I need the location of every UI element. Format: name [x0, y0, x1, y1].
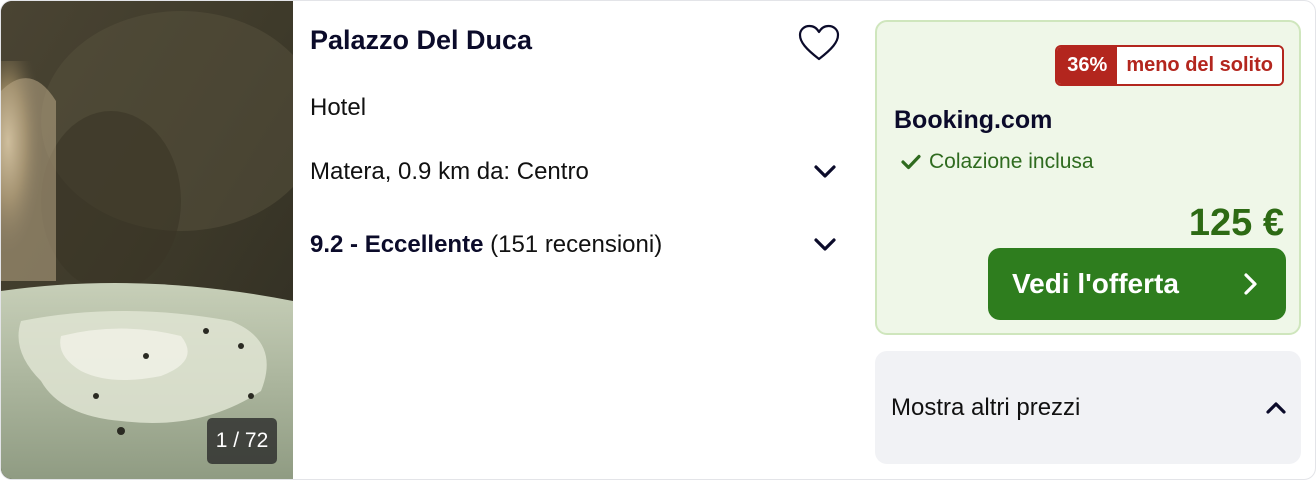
- show-more-prices-label: Mostra altri prezzi: [891, 393, 1081, 421]
- location-row[interactable]: Matera, 0.9 km da: Centro: [310, 152, 840, 192]
- discount-text: meno del solito: [1117, 47, 1282, 84]
- location-text: Matera, 0.9 km da: Centro: [310, 158, 589, 185]
- best-deal-box: 36% meno del solito Booking.com Colazion…: [875, 20, 1301, 335]
- rating-text: 9.2 - Eccellente (151 recensioni): [310, 231, 662, 259]
- chevron-right-icon: [1244, 273, 1257, 295]
- amenity-label: Colazione inclusa: [929, 150, 1094, 173]
- rating-row[interactable]: 9.2 - Eccellente (151 recensioni): [310, 225, 840, 265]
- discount-badge: 36% meno del solito: [1055, 45, 1284, 86]
- rating-label: 9.2 - Eccellente: [310, 231, 484, 258]
- amenity-item: Colazione inclusa: [901, 150, 1094, 174]
- hotel-photo-image: [1, 1, 293, 479]
- chevron-up-icon: [1266, 401, 1286, 414]
- favorite-button[interactable]: [795, 21, 843, 65]
- deal-price: 125 €: [1188, 202, 1284, 244]
- accommodation-type: Hotel: [310, 94, 367, 121]
- view-offer-button[interactable]: Vedi l'offerta: [988, 248, 1286, 320]
- discount-percent: 36%: [1057, 47, 1118, 84]
- hotel-name[interactable]: Palazzo Del Duca: [310, 25, 532, 56]
- review-count: (151 recensioni): [490, 231, 663, 258]
- provider-name: Booking.com: [894, 106, 1053, 134]
- checkmark-icon: [901, 154, 921, 170]
- chevron-down-icon: [810, 157, 840, 187]
- view-offer-label: Vedi l'offerta: [1012, 268, 1179, 299]
- heart-icon: [798, 24, 840, 61]
- show-more-prices-button[interactable]: Mostra altri prezzi: [875, 351, 1301, 464]
- photo-counter: 1 / 72: [207, 418, 277, 464]
- chevron-down-icon: [810, 230, 840, 260]
- hotel-result-card: 1 / 72 Palazzo Del Duca Hotel Matera, 0.…: [0, 0, 1316, 480]
- hotel-photo[interactable]: 1 / 72: [1, 1, 293, 479]
